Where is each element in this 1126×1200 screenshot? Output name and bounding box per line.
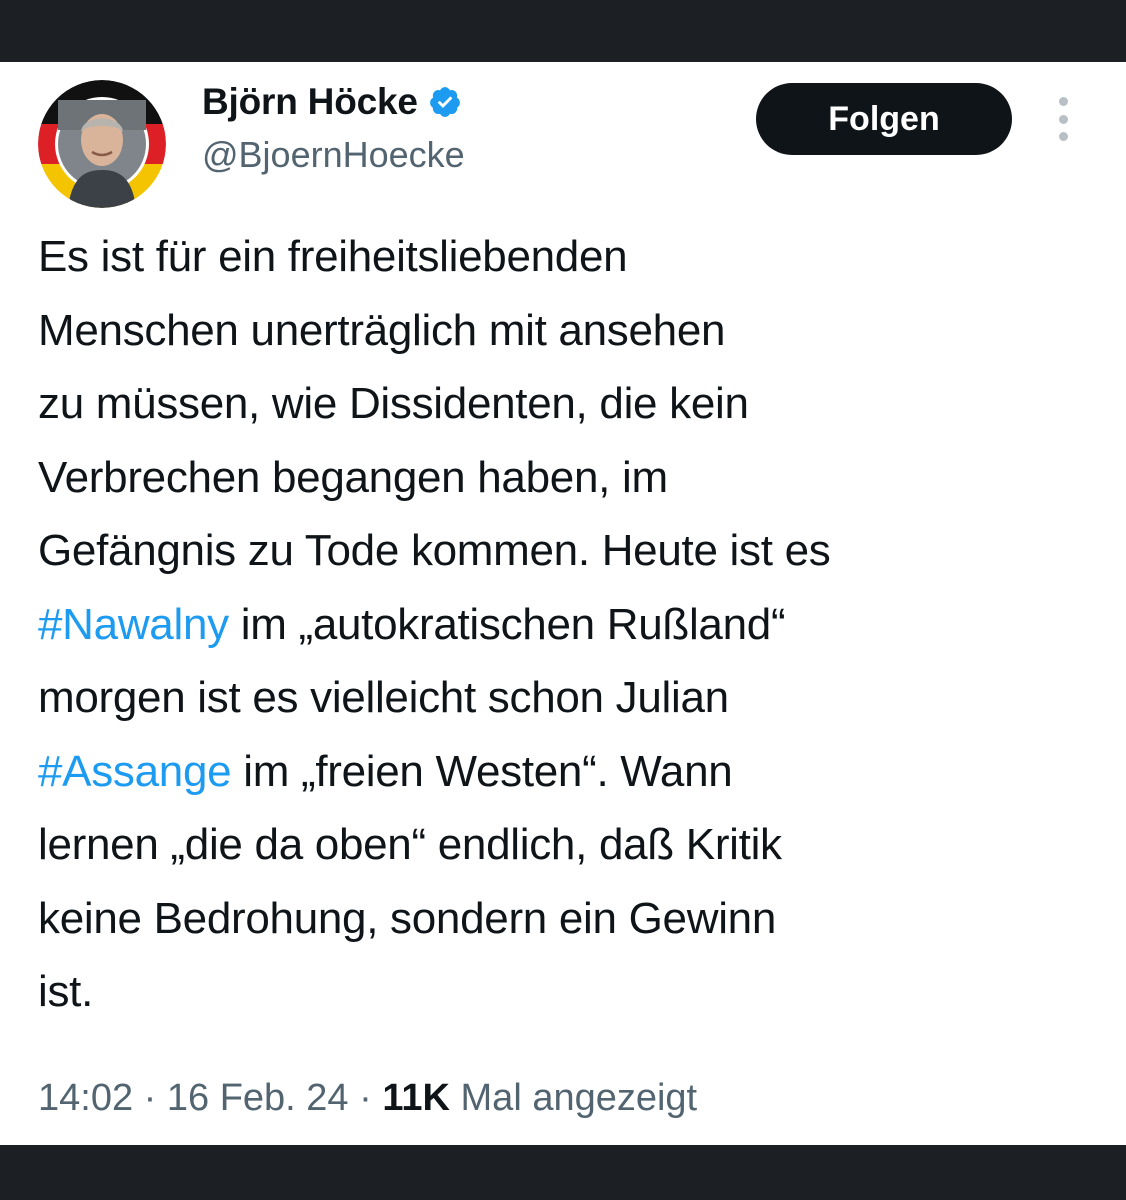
views-count[interactable]: 11K: [382, 1077, 450, 1119]
tweet-line: zu müssen, wie Dissidenten, die kein: [38, 379, 749, 428]
tweet-line: Es ist für ein freiheitsliebenden: [38, 232, 628, 281]
tweet-line: ist.: [38, 967, 94, 1016]
tweet-line: Gefängnis zu Tode kommen. Heute ist es: [38, 526, 831, 575]
author-display-name[interactable]: Björn Höcke: [202, 81, 418, 123]
verified-badge-icon: [428, 85, 462, 119]
views-label: Mal angezeigt: [449, 1077, 698, 1119]
meta-separator: ·: [348, 1077, 383, 1119]
author-avatar[interactable]: [38, 80, 166, 208]
tweet-card[interactable]: Björn Höcke @BjoernHoecke Folgen Es ist …: [0, 62, 1126, 1145]
tweet-date[interactable]: 16 Feb. 24: [167, 1077, 349, 1119]
top-status-bar: [0, 0, 1126, 62]
hashtag-link-nawalny[interactable]: #Nawalny: [38, 600, 229, 649]
more-dot: [1058, 132, 1068, 141]
author-handle[interactable]: @BjoernHoecke: [202, 134, 465, 176]
tweet-line: Verbrechen begangen haben, im: [38, 452, 668, 502]
tweet-line: lernen „die da oben“ endlich, daß Kritik: [38, 820, 782, 869]
tweet-text: Es ist für ein freiheitsliebenden Mensch…: [38, 220, 1108, 1029]
more-dot: [1058, 97, 1068, 106]
tweet-line: morgen ist es vielleicht schon Julian: [38, 673, 729, 722]
tweet-line: keine Bedrohung, sondern ein Gewinn: [38, 893, 777, 943]
more-dot: [1058, 114, 1068, 124]
tweet-meta: 14:02 · 16 Feb. 24 · 11K Mal angezeigt: [38, 1070, 697, 1126]
tweet-line-text: im „autokratischen Rußland“: [228, 599, 786, 649]
tweet-time[interactable]: 14:02: [38, 1077, 133, 1119]
more-vertical-icon[interactable]: [1048, 97, 1078, 141]
author-name-row: Björn Höcke: [202, 78, 462, 126]
tweet-line: #Assange im „freien Westen“. Wann: [38, 735, 1108, 809]
follow-button[interactable]: Folgen: [756, 83, 1012, 155]
tweet-line: #Nawalny im „autokratischen Rußland“: [38, 588, 1108, 662]
tweet-line-text: im „freien Westen“. Wann: [231, 746, 733, 796]
bottom-navigation-bar: [0, 1145, 1126, 1200]
hashtag-link-assange[interactable]: #Assange: [38, 747, 232, 796]
meta-separator: ·: [133, 1077, 167, 1119]
tweet-line: Menschen unerträglich mit ansehen: [38, 305, 726, 355]
